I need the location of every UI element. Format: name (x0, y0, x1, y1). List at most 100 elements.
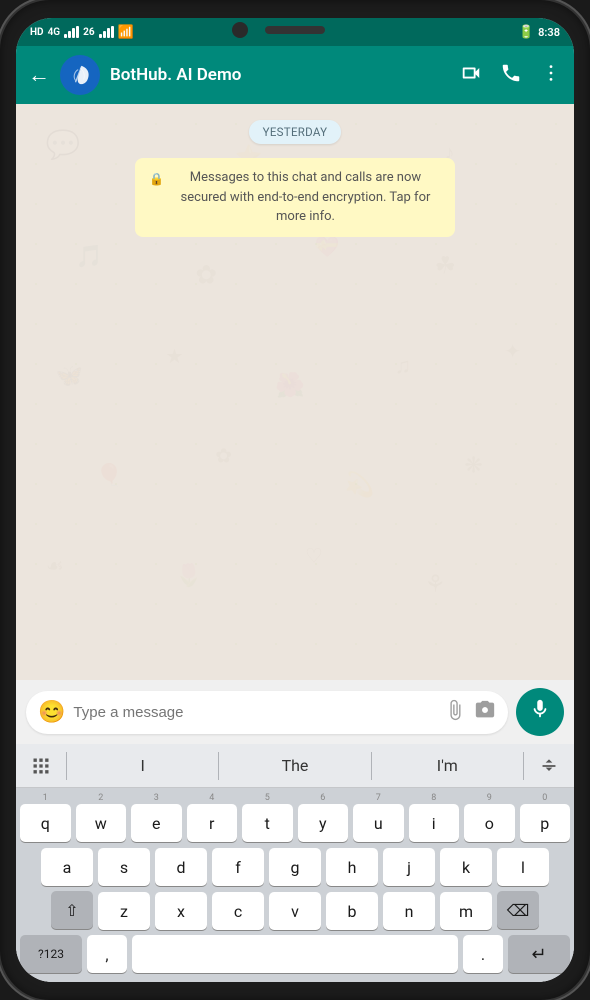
key-a-wrapper: a (41, 847, 93, 886)
key-c[interactable]: c (212, 892, 264, 930)
mic-button[interactable] (516, 688, 564, 736)
key-b[interactable]: b (326, 892, 378, 930)
suggestion-i[interactable]: I (67, 756, 218, 775)
message-input-area: 😊 (16, 680, 574, 744)
encryption-notice[interactable]: 🔒 Messages to this chat and calls are no… (135, 158, 455, 237)
svg-text:♡: ♡ (305, 544, 323, 567)
svg-text:💬: 💬 (46, 128, 81, 161)
key-a[interactable]: a (41, 848, 93, 886)
status-left: HD 4G 26 📶 (30, 25, 134, 40)
keyboard-grid-button[interactable] (16, 756, 66, 776)
svg-text:✿: ✿ (195, 260, 217, 290)
attachment-button[interactable] (444, 699, 466, 726)
key-m[interactable]: m (440, 892, 492, 930)
keyboard-row-2: a s d f g (20, 847, 570, 886)
message-input-container: 😊 (26, 691, 508, 734)
key-f[interactable]: f (212, 848, 264, 886)
svg-text:✦: ✦ (504, 340, 521, 363)
key-u-wrapper: 7 u (353, 794, 404, 842)
more-options-button[interactable] (540, 62, 562, 89)
key-u[interactable]: u (353, 804, 404, 842)
key-i[interactable]: i (409, 804, 460, 842)
key-q[interactable]: q (20, 804, 71, 842)
key-j[interactable]: j (383, 848, 435, 886)
key-p[interactable]: p (520, 804, 571, 842)
key-7-num: 7 (353, 794, 404, 803)
back-button[interactable]: ← (28, 62, 50, 88)
encryption-text: Messages to this chat and calls are now … (170, 168, 441, 227)
key-w[interactable]: w (76, 804, 127, 842)
key-e-wrapper: 3 e (131, 794, 182, 842)
wifi-icon: 📶 (118, 25, 134, 40)
svg-text:🎵: 🎵 (76, 243, 103, 269)
header-icons (460, 62, 562, 89)
key-b-wrapper: b (326, 891, 378, 930)
key-6-num: 6 (298, 794, 349, 803)
key-s[interactable]: s (98, 848, 150, 886)
key-t-wrapper: 5 t (242, 794, 293, 842)
contact-avatar[interactable] (60, 55, 100, 95)
mic-icon (529, 698, 551, 726)
key-o[interactable]: o (464, 804, 515, 842)
key-d-wrapper: d (155, 847, 207, 886)
phone-call-button[interactable] (500, 62, 522, 89)
key-k-wrapper: k (440, 847, 492, 886)
camera-button[interactable] (474, 699, 496, 726)
signal-bars-2 (99, 26, 114, 38)
key-9-num: 9 (464, 794, 515, 803)
enter-key[interactable]: ↵ (508, 935, 570, 973)
key-d[interactable]: d (155, 848, 207, 886)
key-n[interactable]: n (383, 892, 435, 930)
key-e[interactable]: e (131, 804, 182, 842)
chat-header: ← BotHub. AI Demo (16, 46, 574, 104)
suggestion-the[interactable]: The (219, 756, 370, 775)
svg-text:☙: ☙ (46, 554, 64, 577)
key-g[interactable]: g (269, 848, 321, 886)
svg-text:🌷: 🌷 (175, 562, 202, 588)
carrier-hd: HD (30, 27, 44, 38)
key-5-num: 5 (242, 794, 293, 803)
message-text-input[interactable] (73, 704, 436, 721)
emoji-button[interactable]: 😊 (38, 700, 65, 725)
date-badge: YESTERDAY (249, 120, 342, 144)
symbols-key[interactable]: ?123 (20, 935, 82, 973)
keyboard-collapse-button[interactable] (524, 756, 574, 776)
suggestion-im[interactable]: I'm (372, 756, 523, 775)
contact-info: BotHub. AI Demo (110, 65, 450, 85)
key-w-wrapper: 2 w (76, 794, 127, 842)
signal-4g: 4G (48, 27, 61, 38)
status-bar: HD 4G 26 📶 🔋 8:38 (16, 18, 574, 46)
space-key[interactable] (132, 935, 458, 973)
svg-text:🦋: 🦋 (56, 364, 83, 389)
key-h[interactable]: h (326, 848, 378, 886)
keyboard-row-4: ?123 , . ↵ (20, 935, 570, 973)
key-z[interactable]: z (98, 892, 150, 930)
key-0-num: 0 (520, 794, 571, 803)
backspace-key[interactable]: ⌫ (497, 891, 539, 929)
lock-icon: 🔒 (149, 170, 164, 188)
signal-bars-1 (64, 26, 79, 38)
key-v[interactable]: v (269, 892, 321, 930)
svg-text:🌺: 🌺 (275, 371, 305, 399)
key-j-wrapper: j (383, 847, 435, 886)
key-t[interactable]: t (242, 804, 293, 842)
contact-name: BotHub. AI Demo (110, 65, 450, 85)
key-y[interactable]: y (298, 804, 349, 842)
key-r-wrapper: 4 r (187, 794, 238, 842)
key-z-wrapper: z (98, 891, 150, 930)
comma-key[interactable]: , (87, 935, 127, 973)
key-s-wrapper: s (98, 847, 150, 886)
key-x[interactable]: x (155, 892, 207, 930)
video-call-button[interactable] (460, 62, 482, 89)
key-p-wrapper: 0 p (520, 794, 571, 842)
key-r[interactable]: r (187, 804, 238, 842)
key-m-wrapper: m (440, 891, 492, 930)
svg-text:✿: ✿ (215, 445, 232, 468)
shift-key[interactable]: ⇧ (51, 891, 93, 929)
key-l[interactable]: l (497, 848, 549, 886)
period-key[interactable]: . (463, 935, 503, 973)
key-k[interactable]: k (440, 848, 492, 886)
svg-text:🎈: 🎈 (96, 462, 123, 489)
svg-text:💫: 💫 (345, 471, 375, 500)
key-g-wrapper: g (269, 847, 321, 886)
